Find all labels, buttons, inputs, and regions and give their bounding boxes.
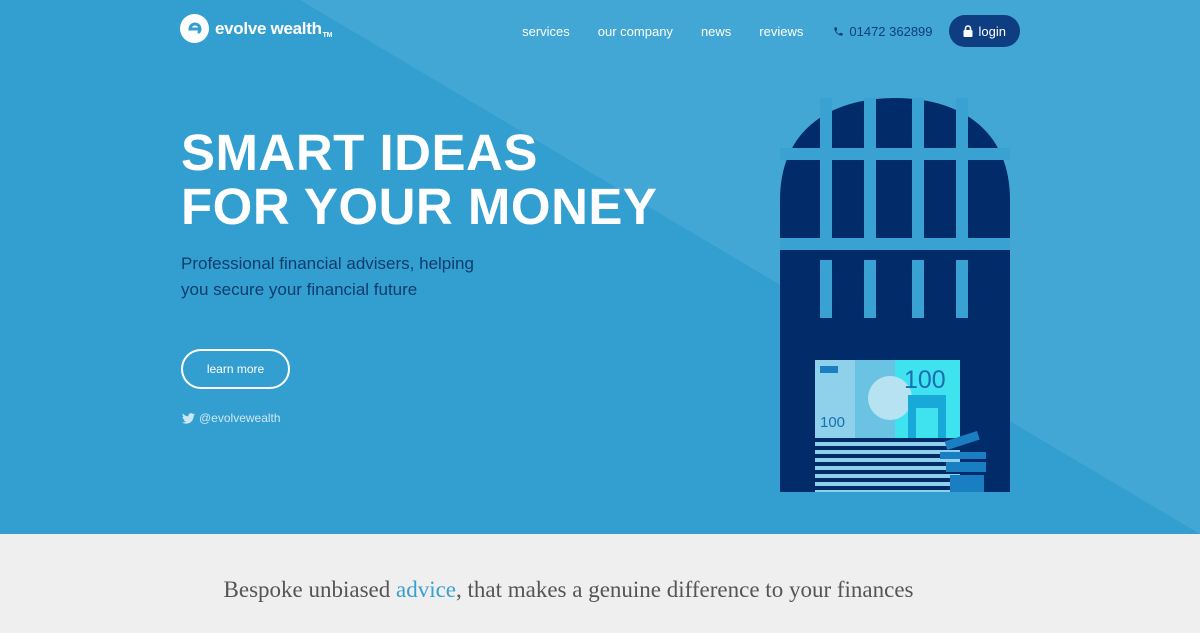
headline-line-1: SMART IDEAS	[181, 124, 538, 181]
nav-our-company[interactable]: our company	[598, 24, 673, 39]
hero-diagonal-shape	[0, 0, 1200, 534]
brand-logo[interactable]: evolve wealthTM	[180, 14, 332, 43]
login-button[interactable]: login	[948, 15, 1020, 47]
nav-news[interactable]: news	[701, 24, 731, 39]
tagline: Bespoke unbiased advice, that makes a ge…	[0, 577, 1137, 603]
hero-section: evolve wealthTM services our company new…	[0, 0, 1200, 534]
brand-name-text: evolve wealth	[215, 18, 322, 38]
brand-tm: TM	[322, 31, 333, 39]
twitter-handle: @evolvewealth	[199, 411, 281, 425]
main-nav: services our company news reviews 01472 …	[522, 15, 1020, 47]
lock-icon	[963, 25, 973, 37]
login-label: login	[978, 23, 1006, 39]
nav-reviews[interactable]: reviews	[759, 24, 803, 39]
learn-more-button[interactable]: learn more	[181, 349, 290, 389]
tagline-advice-link[interactable]: advice	[396, 577, 456, 602]
logo-e-icon	[180, 14, 209, 43]
twitter-link[interactable]: @evolvewealth	[182, 411, 281, 425]
tagline-before: Bespoke unbiased	[223, 577, 396, 602]
phone-link[interactable]: 01472 362899	[833, 23, 933, 39]
banknote-value-small: 100	[820, 414, 845, 431]
vault-window-illustration: 100 100	[780, 98, 1010, 492]
phone-icon	[834, 26, 843, 36]
hero-subtext: Professional financial advisers, helping…	[181, 254, 474, 299]
twitter-icon	[182, 412, 195, 424]
headline-line-2: FOR YOUR MONEY	[181, 178, 658, 235]
tagline-after: , that makes a genuine difference to you…	[456, 577, 914, 602]
brand-name: evolve wealthTM	[215, 19, 332, 39]
phone-number: 01472 362899	[849, 23, 933, 39]
hero-headline: SMART IDEAS FOR YOUR MONEY	[181, 126, 657, 234]
banknote-value-large: 100	[904, 366, 946, 394]
nav-services[interactable]: services	[522, 24, 570, 39]
